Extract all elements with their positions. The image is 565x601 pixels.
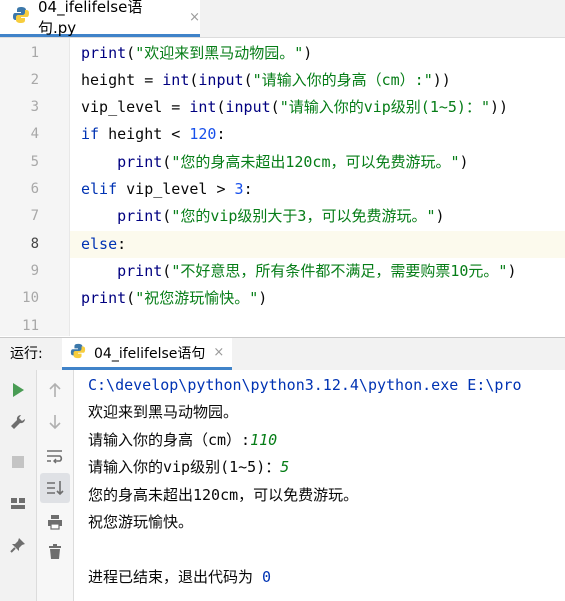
- line-number: 11: [22, 318, 39, 334]
- stop-icon[interactable]: [6, 450, 30, 474]
- console-exit-line: 进程已结束，退出代码为 0: [88, 568, 272, 586]
- console-input-line-height: 请输入你的身高（cm）:110: [88, 431, 278, 449]
- code-line-10[interactable]: print("祝您游玩愉快。"): [81, 285, 267, 312]
- run-toolbar-secondary: [37, 370, 74, 601]
- code-line-6[interactable]: elif vip_level > 3:: [81, 176, 253, 203]
- console-output-line: 祝您游玩愉快。: [88, 513, 194, 531]
- layout-icon[interactable]: [6, 492, 30, 516]
- arrow-down-icon[interactable]: [43, 410, 67, 434]
- line-number: 9: [30, 263, 39, 279]
- pin-icon[interactable]: [6, 533, 30, 557]
- trash-icon[interactable]: [43, 540, 67, 564]
- code-line-1[interactable]: print("欢迎来到黑马动物园。"): [81, 40, 312, 67]
- line-number-current: 8: [30, 236, 39, 252]
- line-number: 4: [30, 126, 39, 142]
- console-input-line-vip: 请输入你的vip级别(1~5)：5: [88, 458, 290, 476]
- run-toolbar-primary: [0, 370, 37, 601]
- code-line-2[interactable]: height = int(input("请输入你的身高（cm）:")): [81, 67, 451, 94]
- wrench-icon[interactable]: [6, 410, 30, 434]
- line-number: 1: [30, 45, 39, 61]
- rerun-icon[interactable]: [6, 378, 30, 402]
- run-panel-label: 运行:: [10, 346, 43, 362]
- run-tab-name: 04_ifelifelse语句: [94, 345, 206, 362]
- arrow-up-icon[interactable]: [43, 378, 67, 402]
- current-line-highlight: [70, 231, 565, 258]
- editor-tab-active[interactable]: 04_ifelifelse语句.py ×: [0, 0, 200, 37]
- line-number-gutter: 1 2 3 4 5 6 7 8 9 10 11: [0, 38, 70, 336]
- code-line-3[interactable]: vip_level = int(input("请输入你的vip级别(1~5)："…: [81, 94, 508, 121]
- close-run-tab-icon[interactable]: ×: [213, 345, 224, 360]
- console-command-line: C:\develop\python\python3.12.4\python.ex…: [88, 376, 522, 394]
- scroll-to-end-icon[interactable]: [40, 473, 70, 503]
- close-tab-icon[interactable]: ×: [189, 10, 200, 25]
- editor-tab-filename: 04_ifelifelse语句.py: [38, 0, 143, 37]
- code-line-9[interactable]: print("不好意思，所有条件都不满足，需要购票10元。"): [81, 258, 516, 285]
- code-line-8[interactable]: else:: [81, 231, 126, 258]
- code-line-4[interactable]: if height < 120:: [81, 121, 226, 148]
- python-file-icon: [70, 343, 86, 363]
- code-editor[interactable]: 1 2 3 4 5 6 7 8 9 10 11 print("欢迎来到黑马动物园…: [0, 38, 565, 336]
- line-number: 2: [30, 72, 39, 88]
- code-line-7[interactable]: print("您的vip级别大于3，可以免费游玩。"): [81, 203, 444, 230]
- line-number: 3: [30, 99, 39, 115]
- console-output-line: 您的身高未超出120cm，可以免费游玩。: [88, 486, 359, 504]
- console-output-line: 欢迎来到黑马动物园。: [88, 403, 239, 421]
- line-number: 5: [30, 154, 39, 170]
- editor-tab-bar: 04_ifelifelse语句.py ×: [0, 0, 565, 38]
- line-number: 7: [30, 208, 39, 224]
- print-icon[interactable]: [43, 510, 67, 534]
- python-file-icon: [12, 6, 30, 28]
- run-panel-header: 运行: 04_ifelifelse语句 ×: [0, 337, 565, 371]
- soft-wrap-icon[interactable]: [43, 444, 67, 468]
- code-line-5[interactable]: print("您的身高未超出120cm，可以免费游玩。"): [81, 149, 468, 176]
- run-config-tab[interactable]: 04_ifelifelse语句 ×: [62, 338, 232, 370]
- line-number: 6: [30, 181, 39, 197]
- line-number: 10: [22, 290, 39, 306]
- console-output[interactable]: C:\develop\python\python3.12.4\python.ex…: [74, 370, 565, 601]
